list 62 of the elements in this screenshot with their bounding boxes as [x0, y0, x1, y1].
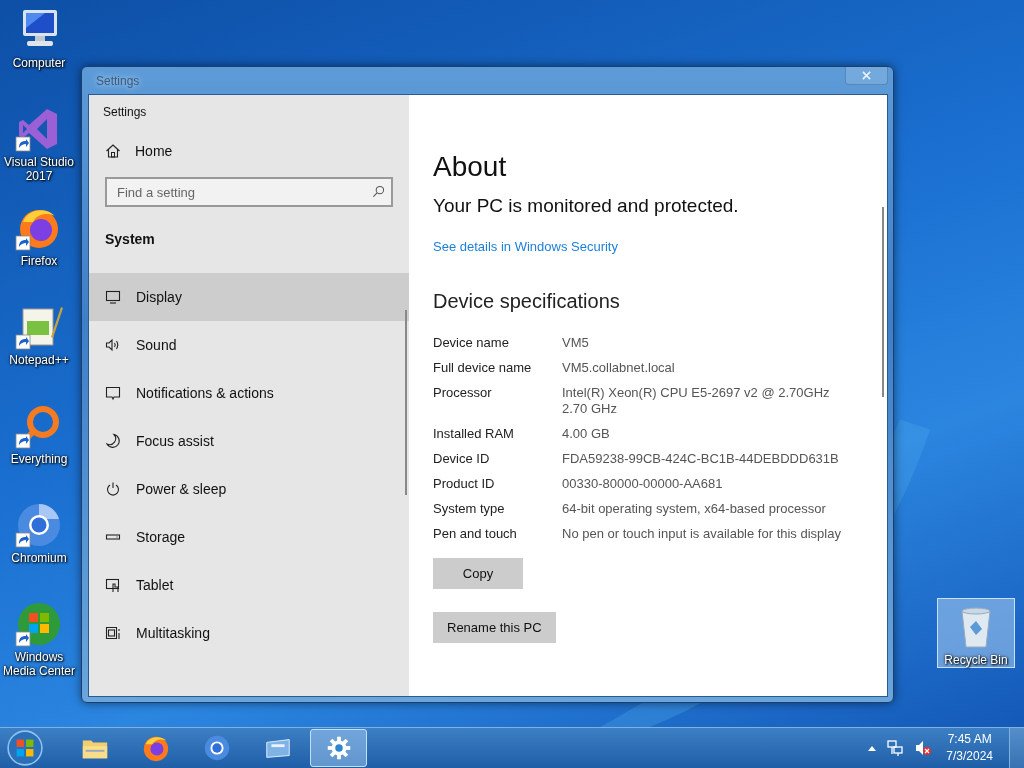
chromium-icon[interactable] [15, 501, 63, 549]
nav-item[interactable]: Multitasking [89, 609, 409, 657]
copy-button[interactable]: Copy [433, 558, 523, 589]
clock-time[interactable]: 7:45 AM [947, 731, 992, 748]
nav-item[interactable]: Tablet [89, 561, 409, 609]
spec-label: Device ID [433, 451, 491, 467]
spec-value: 64-bit operating system, x64-based processor [562, 501, 827, 517]
spec-value: No pen or touch input is available for this display [562, 526, 842, 542]
start-button[interactable] [6, 729, 44, 767]
speaker-icon [105, 337, 121, 353]
nav-item[interactable]: Power & sleep [89, 465, 409, 513]
multitasking-icon [105, 625, 121, 641]
rename-button[interactable]: Rename this PC [433, 612, 556, 643]
close-button[interactable] [845, 66, 888, 85]
spec-value: 4.00 GB [562, 426, 611, 442]
tablet-icon [105, 577, 121, 593]
spec-label: Pen and touch [433, 526, 518, 542]
spec-value: VM5.collabnet.local [562, 360, 676, 376]
security-link[interactable]: See details in Windows Security [433, 239, 618, 254]
spec-value: Intel(R) Xeon(R) CPU E5-2697 v2 @ 2.70GHz 2.70 GHz [562, 385, 831, 417]
show-hidden-icons[interactable] [868, 745, 877, 751]
section-heading: Device specifications [433, 290, 621, 313]
icon-label[interactable]: Visual Studio 2017 [1, 155, 77, 183]
icon-label[interactable]: Firefox [1, 254, 77, 268]
icon-label[interactable]: Everything [1, 452, 77, 466]
icon-label[interactable]: Windows Media Center [1, 650, 77, 678]
search-field[interactable]: Find a setting [105, 177, 393, 207]
spec-label: Full device name [433, 360, 533, 376]
icon-label[interactable]: Computer [1, 56, 77, 70]
spec-label: Device name [433, 335, 510, 351]
search-icon [372, 185, 385, 198]
muted-speaker-icon[interactable] [914, 739, 933, 757]
icon-label[interactable]: Chromium [1, 551, 77, 565]
nav-item[interactable]: Display [89, 273, 409, 321]
spec-value: FDA59238-99CB-424C-BC1B-44DEBDDD631B [562, 451, 840, 467]
icon-label[interactable]: Notepad++ [1, 353, 77, 367]
message-icon [105, 385, 121, 401]
spec-value: 00330-80000-00000-AA681 [562, 476, 724, 492]
page-title: About [433, 151, 508, 183]
clock-date[interactable]: 7/3/2024 [946, 748, 993, 765]
nav-item[interactable]: Sound [89, 321, 409, 369]
home-icon [105, 143, 121, 159]
window-title: Settings [95, 73, 140, 88]
taskbar-settings-icon[interactable] [310, 729, 367, 767]
media-center-icon[interactable] [15, 600, 63, 648]
section-heading: System [104, 230, 156, 249]
network-icon[interactable] [886, 739, 905, 757]
nav-item[interactable]: Focus assist [89, 417, 409, 465]
moon-icon [105, 433, 121, 449]
spec-label: Processor [433, 385, 493, 402]
home-link[interactable]: Home [89, 129, 189, 173]
display-icon [105, 289, 121, 305]
nav-item[interactable]: Storage [89, 513, 409, 561]
spec-value: VM5 [562, 335, 590, 351]
power-icon [105, 481, 121, 497]
protection-status: Your PC is monitored and protected. [433, 195, 740, 217]
nav-item[interactable]: Notifications & actions [89, 369, 409, 417]
spec-label: Product ID [433, 476, 496, 492]
close-icon [862, 70, 871, 80]
spec-label: Installed RAM [433, 426, 515, 442]
spec-label: System type [433, 501, 506, 517]
app-title: Settings [102, 104, 148, 121]
